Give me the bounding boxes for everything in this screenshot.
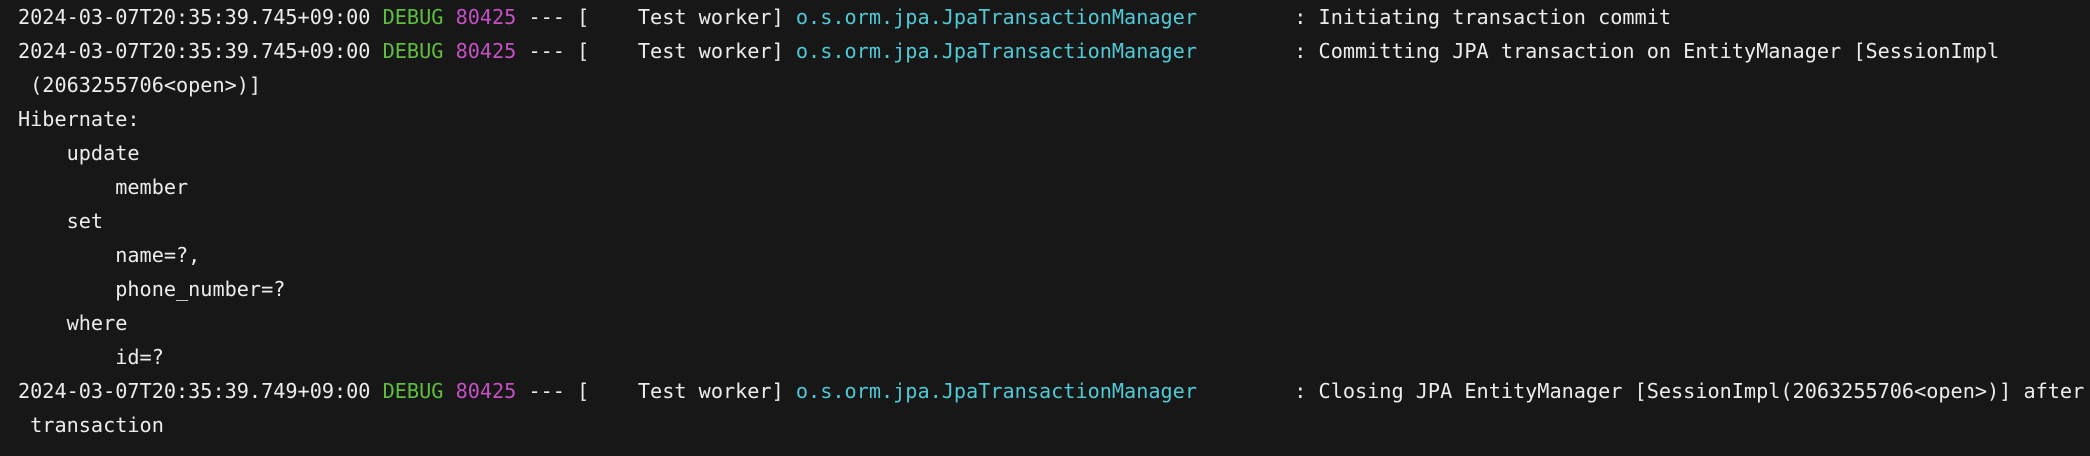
log-level: DEBUG — [382, 379, 444, 403]
log-timestamp: 2024-03-07T20:35:39.745+09:00 — [18, 5, 371, 29]
log-pid: 80425 — [455, 379, 517, 403]
sql-line: member — [18, 175, 201, 199]
log-line: 2024-03-07T20:35:39.749+09:00 DEBUG 8042… — [18, 374, 2090, 408]
log-logger: o.s.orm.jpa.JpaTransactionManager — [795, 379, 1197, 403]
log-thread: Test worker] — [589, 39, 784, 63]
sql-line: set — [18, 209, 104, 233]
log-thread: Test worker] — [589, 5, 784, 29]
log-thread: Test worker] — [589, 379, 784, 403]
log-timestamp: 2024-03-07T20:35:39.749+09:00 — [18, 379, 371, 403]
log-timestamp: 2024-03-07T20:35:39.745+09:00 — [18, 39, 371, 63]
log-separator: --- [ — [528, 39, 590, 63]
log-line: 2024-03-07T20:35:39.745+09:00 DEBUG 8042… — [18, 0, 2090, 34]
sql-line: phone_number=? — [18, 277, 298, 301]
log-pid: 80425 — [455, 5, 517, 29]
log-logger: o.s.orm.jpa.JpaTransactionManager — [795, 39, 1197, 63]
sql-line: Hibernate: — [18, 107, 152, 131]
sql-line: update — [18, 141, 140, 165]
sql-line: id=? — [18, 345, 164, 369]
log-message: : Closing JPA EntityManager [SessionImpl… — [1294, 379, 2085, 403]
log-level: DEBUG — [382, 5, 444, 29]
log-continuation: transaction — [18, 413, 164, 437]
log-separator: --- [ — [528, 379, 590, 403]
log-pid: 80425 — [455, 39, 517, 63]
log-line: 2024-03-07T20:35:39.745+09:00 DEBUG 8042… — [18, 34, 2090, 68]
console-output[interactable]: 2024-03-07T20:35:39.745+09:00 DEBUG 8042… — [0, 0, 2090, 456]
log-level: DEBUG — [382, 39, 444, 63]
log-continuation: (2063255706<open>)] — [18, 73, 262, 97]
log-separator: --- [ — [528, 5, 590, 29]
log-message: : Initiating transaction commit — [1294, 5, 1672, 29]
log-message: : Committing JPA transaction on EntityMa… — [1294, 39, 2000, 63]
log-logger: o.s.orm.jpa.JpaTransactionManager — [795, 5, 1197, 29]
sql-line: name=?, — [18, 243, 201, 267]
sql-line: where — [18, 311, 128, 335]
